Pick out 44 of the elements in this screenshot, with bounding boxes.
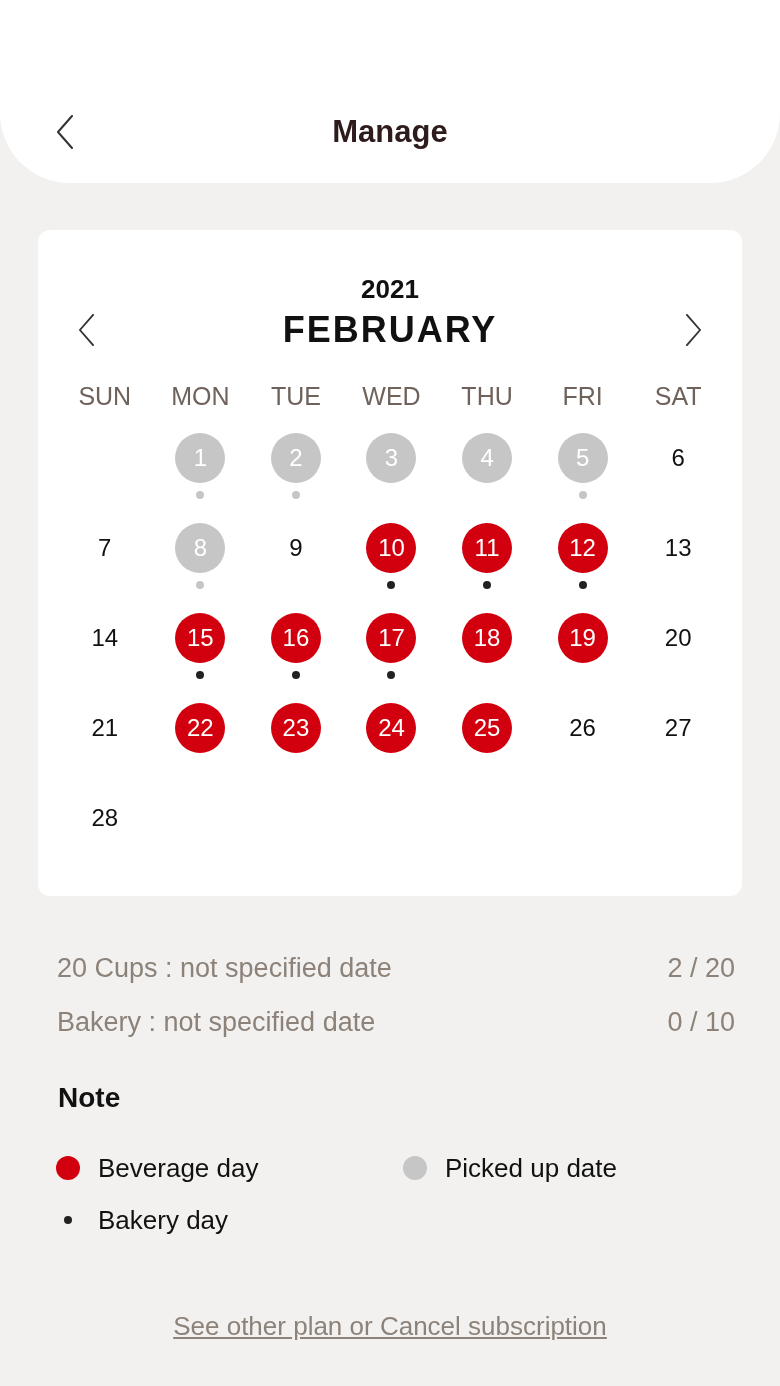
beverage-day[interactable]: 18 <box>462 613 513 663</box>
note-title: Note <box>58 1082 121 1113</box>
legend-label: Bakery day <box>98 1204 229 1237</box>
beverage-day[interactable]: 10 <box>366 523 417 573</box>
day-number[interactable]: 21 <box>91 714 119 742</box>
beverage-day[interactable]: 23 <box>270 703 321 753</box>
beverage-day[interactable]: 24 <box>366 703 417 753</box>
calendar-month: FEBRUARY <box>282 310 498 350</box>
legend-label: Picked up date <box>445 1152 617 1185</box>
summary-label: Bakery : not specified date <box>57 1006 376 1039</box>
beverage-day[interactable]: 11 <box>462 523 513 573</box>
day-number[interactable]: 13 <box>664 534 692 562</box>
weekday-label: SUN <box>78 381 132 411</box>
back-icon[interactable] <box>56 115 74 149</box>
legend-label: Beverage day <box>98 1152 259 1185</box>
weekday-label: SAT <box>654 381 702 411</box>
next-month-icon[interactable] <box>685 314 702 346</box>
day-number[interactable]: 26 <box>569 714 596 742</box>
summary-count: 2 / 20 <box>667 952 735 985</box>
calendar-year: 2021 <box>361 274 419 304</box>
beverage-day[interactable]: 16 <box>270 613 321 663</box>
day-number[interactable]: 7 <box>98 534 112 562</box>
page-title: Manage <box>332 114 448 150</box>
day-number[interactable]: 20 <box>664 624 692 652</box>
weekday-label: TUE <box>270 381 321 411</box>
day-number[interactable]: 6 <box>671 444 685 472</box>
beverage-day[interactable]: 17 <box>366 613 417 663</box>
weekday-label: FRI <box>562 381 603 411</box>
day-number[interactable]: 27 <box>664 714 692 742</box>
summary-label: 20 Cups : not specified date <box>57 952 392 985</box>
weekday-label: THU <box>461 381 513 411</box>
summary-count: 0 / 10 <box>667 1006 735 1039</box>
beverage-day[interactable]: 15 <box>175 613 226 663</box>
previous-month-icon[interactable] <box>78 314 95 346</box>
beverage-day[interactable]: 25 <box>462 703 513 753</box>
day-number[interactable]: 9 <box>289 534 303 562</box>
day-number[interactable]: 28 <box>91 804 119 832</box>
weekday-label: WED <box>362 381 421 411</box>
cancel-subscription-link[interactable]: See other plan or Cancel subscription <box>173 1309 607 1343</box>
weekday-label: MON <box>171 381 230 411</box>
beverage-day[interactable]: 12 <box>557 523 608 573</box>
beverage-day[interactable]: 22 <box>175 703 226 753</box>
day-number[interactable]: 14 <box>91 624 119 652</box>
beverage-day[interactable]: 19 <box>557 613 608 663</box>
